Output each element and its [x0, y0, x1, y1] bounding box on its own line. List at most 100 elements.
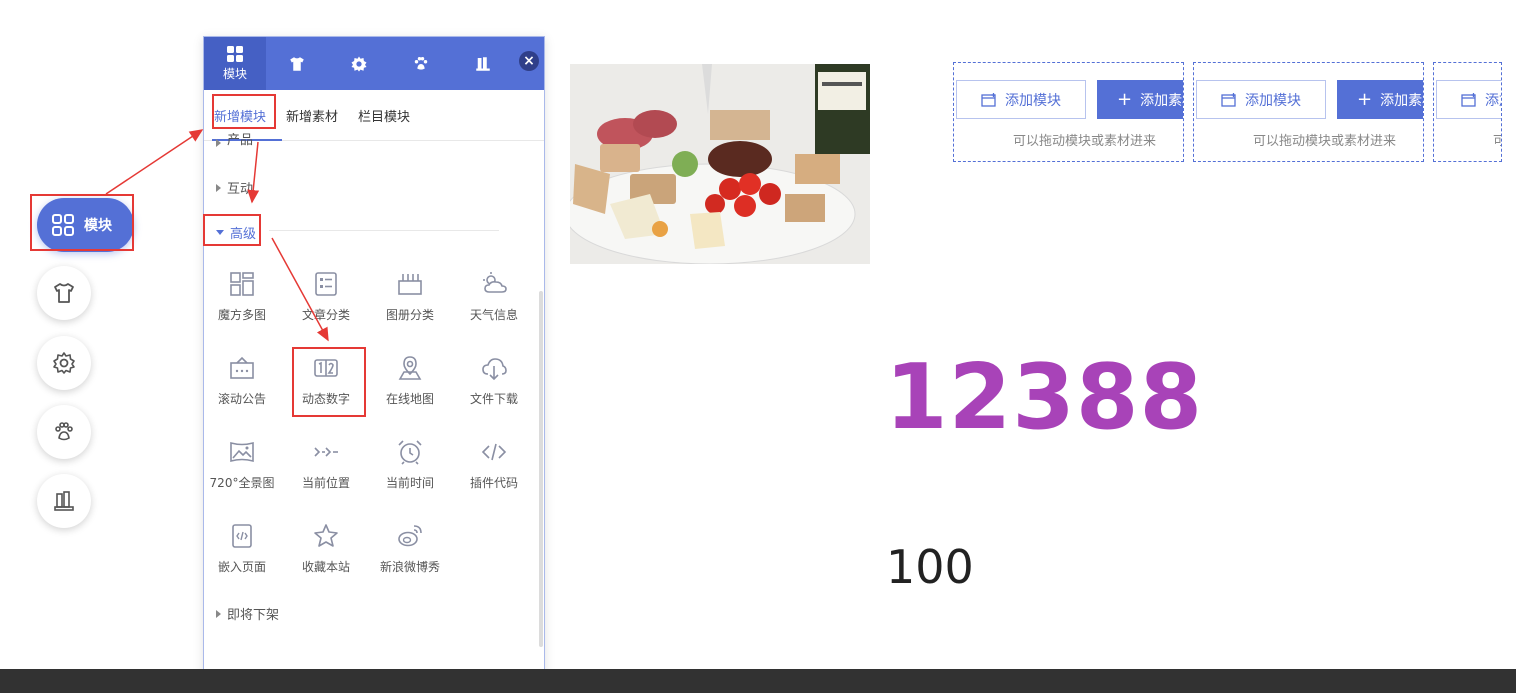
star-icon — [314, 524, 338, 547]
plus-icon: + — [1117, 89, 1133, 110]
module-dynamic-number[interactable]: 动态数字 — [284, 354, 368, 432]
gear-icon — [53, 352, 75, 374]
secondary-number-display: 100 — [886, 540, 974, 594]
tab-modules[interactable]: 模块 — [204, 37, 266, 90]
tools-icon — [54, 491, 74, 511]
number-counter-icon — [314, 359, 338, 377]
shirt-icon — [54, 283, 74, 303]
category-deprecated[interactable]: 即将下架 — [216, 604, 279, 623]
subtab-column-module[interactable]: 栏目模块 — [358, 106, 410, 125]
module-label: 动态数字 — [301, 392, 350, 406]
module-online-map[interactable]: 在线地图 — [368, 354, 452, 432]
drop-slot: 添加模块 可以拖动模块或素材进来 — [1433, 62, 1502, 162]
module-label: 文件下载 — [469, 392, 518, 406]
caret-right-icon — [216, 139, 221, 147]
plus-icon: + — [1357, 89, 1373, 110]
panel-header: 模块 × — [204, 37, 544, 90]
grid-icon — [52, 214, 74, 236]
cloud-download-icon — [482, 358, 507, 381]
module-album-category[interactable]: 图册分类 — [368, 270, 452, 348]
tab-paw[interactable] — [390, 37, 452, 90]
dynamic-number-display: 12388 — [885, 345, 1204, 450]
gear-icon — [351, 56, 367, 71]
subtab-new-module[interactable]: 新增模块 — [214, 106, 266, 125]
add-module-label: 添加模块 — [1005, 92, 1061, 109]
add-module-label: 添加模块 — [1485, 92, 1501, 109]
tab-theme[interactable] — [266, 37, 328, 90]
module-button[interactable]: 模块 — [37, 198, 134, 252]
module-label: 720°全景图 — [209, 476, 275, 490]
module-label: 当前时间 — [385, 476, 434, 490]
close-icon[interactable]: × — [519, 51, 539, 71]
tools-button[interactable] — [37, 474, 91, 528]
tab-settings[interactable] — [328, 37, 390, 90]
settings-button[interactable] — [37, 336, 91, 390]
category-product-label: 产品 — [227, 133, 254, 147]
subtab-new-material[interactable]: 新增素材 — [286, 106, 338, 125]
add-window-icon — [981, 92, 996, 107]
caret-right-icon — [216, 609, 221, 618]
module-weather[interactable]: 天气信息 — [452, 270, 536, 348]
module-label: 图册分类 — [385, 308, 434, 322]
drop-hint: 可以拖动模块或素材进来 — [1013, 134, 1157, 149]
module-panorama[interactable]: 720°全景图 — [200, 438, 284, 516]
module-article-category[interactable]: 文章分类 — [284, 270, 368, 348]
drop-slot: 添加模块 + 添加素材 可以拖动模块或素材进来 — [1193, 62, 1424, 162]
category-divider — [269, 230, 499, 231]
paw-icon — [55, 422, 73, 441]
shirt-icon — [290, 56, 304, 71]
add-material-label: 添加素材 — [1380, 92, 1423, 109]
weather-icon — [483, 272, 507, 293]
panel-scrollbar[interactable] — [539, 291, 543, 647]
add-module-button[interactable]: 添加模块 — [1436, 80, 1501, 119]
module-scroll-notice[interactable]: 滚动公告 — [200, 354, 284, 432]
tools-icon — [476, 56, 490, 71]
add-window-icon — [1221, 92, 1236, 107]
magic-grid-icon — [230, 272, 254, 296]
category-advanced-label: 高级 — [230, 227, 257, 242]
code-icon — [481, 443, 507, 461]
category-interact-label: 互动 — [227, 182, 254, 197]
category-advanced[interactable]: 高级 — [216, 223, 256, 242]
module-file-download[interactable]: 文件下载 — [452, 354, 536, 432]
add-material-button[interactable]: + 添加素材 — [1097, 80, 1183, 119]
category-interact[interactable]: 互动 — [216, 178, 253, 197]
add-module-button[interactable]: 添加模块 — [956, 80, 1086, 119]
module-weibo-show[interactable]: 新浪微博秀 — [368, 522, 452, 600]
module-label: 文章分类 — [301, 308, 350, 322]
drop-slot: 添加模块 + 添加素材 可以拖动模块或素材进来 — [953, 62, 1184, 162]
module-magic-gallery[interactable]: 魔方多图 — [200, 270, 284, 348]
add-material-button[interactable]: + 添加素材 — [1337, 80, 1423, 119]
embed-page-icon — [232, 524, 252, 548]
footer-bar — [0, 669, 1516, 693]
category-product[interactable]: 产品 — [216, 133, 253, 147]
module-label: 嵌入页面 — [217, 560, 266, 574]
module-plugin-code[interactable]: 插件代码 — [452, 438, 536, 516]
module-current-location[interactable]: 当前位置 — [284, 438, 368, 516]
map-pin-icon — [398, 356, 422, 380]
theme-button[interactable] — [37, 266, 91, 320]
tab-tools[interactable] — [452, 37, 514, 90]
album-icon — [398, 274, 422, 295]
module-current-time[interactable]: 当前时间 — [368, 438, 452, 516]
breadcrumb-icon — [314, 447, 338, 457]
module-button-label: 模块 — [84, 218, 112, 234]
add-module-button[interactable]: 添加模块 — [1196, 80, 1326, 119]
paw-button[interactable] — [37, 405, 91, 459]
module-label: 插件代码 — [469, 476, 518, 490]
page-root: 模块 模块 × 新增模块 新增素材 栏目模块 产品 互动 高级 魔方多图 文章分… — [0, 0, 1516, 693]
add-window-icon — [1461, 92, 1476, 107]
module-label: 在线地图 — [385, 392, 434, 406]
module-bookmark-site[interactable]: 收藏本站 — [284, 522, 368, 600]
paw-icon — [414, 56, 428, 70]
article-list-icon — [315, 272, 337, 296]
module-label: 天气信息 — [469, 308, 518, 322]
add-material-label: 添加素材 — [1140, 92, 1183, 109]
add-module-label: 添加模块 — [1245, 92, 1301, 109]
caret-right-icon — [216, 183, 221, 192]
module-label: 魔方多图 — [217, 308, 266, 322]
module-panel: 模块 × 新增模块 新增素材 栏目模块 产品 互动 高级 魔方多图 文章分类 图… — [203, 36, 545, 677]
module-embed-page[interactable]: 嵌入页面 — [200, 522, 284, 600]
tab-modules-label: 模块 — [222, 66, 247, 81]
drop-hint: 可以拖动模块或素材进来 — [1493, 130, 1501, 149]
